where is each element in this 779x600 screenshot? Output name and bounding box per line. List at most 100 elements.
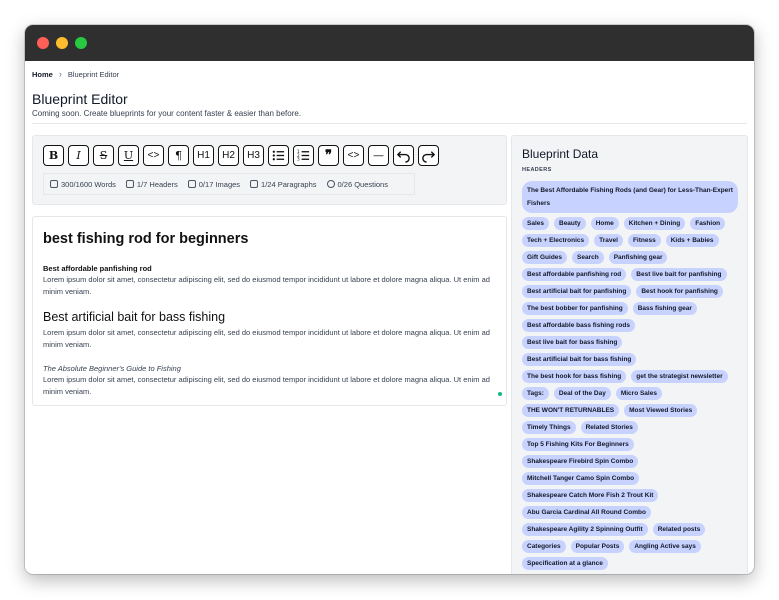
breadcrumb-current: Blueprint Editor (67, 69, 120, 79)
code-button[interactable]: <> (143, 145, 164, 166)
header-tag[interactable]: Gift Guides (522, 251, 568, 264)
code-block-icon: <> (347, 150, 360, 161)
header-tag[interactable]: Travel (594, 234, 623, 247)
blueprint-data-panel: Blueprint Data HEADERS The Best Affordab… (511, 135, 748, 574)
stat-images-label: 0/17 Images (198, 179, 241, 189)
doc-heading-1: best fishing rod for beginners (43, 231, 249, 247)
header-tag[interactable]: Best affordable panfishing rod (522, 268, 627, 281)
breadcrumb-home-link[interactable]: Home (32, 70, 53, 79)
header-tag[interactable]: Best live bait for bass fishing (522, 336, 623, 349)
header-tag[interactable]: Best hook for panfishing (636, 285, 723, 298)
header-tag[interactable]: The best bobber for panfishing (522, 302, 628, 315)
editor-toolbar-panel: B I S U <> ¶ H1 H2 H3 123 ❞ <> — 300/160… (32, 135, 507, 205)
italic-icon: I (76, 149, 81, 162)
header-tag[interactable]: Kids + Babies (665, 234, 719, 247)
doc-italic-line: The Absolute Beginner's Guide to Fishing (43, 364, 181, 373)
breadcrumb: Home › Blueprint Editor (32, 69, 119, 79)
underline-icon: U (123, 149, 134, 162)
status-dot-icon (498, 392, 502, 396)
stat-words: 300/1600 Words (50, 180, 116, 189)
header-tag[interactable]: Fitness (627, 234, 661, 247)
undo-button[interactable] (393, 145, 414, 166)
stat-words-label: 300/1600 Words (61, 179, 116, 189)
header-tag[interactable]: Mitchell Tanger Camo Spin Combo (522, 472, 640, 485)
header-tag[interactable]: Home (590, 217, 619, 230)
paragraph-button[interactable]: ¶ (168, 145, 189, 166)
document-editor[interactable]: best fishing rod for beginners Best affo… (32, 216, 507, 406)
header-tag[interactable]: Fashion (690, 217, 726, 230)
header-tag[interactable]: Deal of the Day (553, 387, 611, 400)
header-tag[interactable]: Beauty (554, 217, 586, 230)
undo-icon (396, 151, 410, 163)
header-tag[interactable]: Categories (522, 540, 566, 553)
h3-button[interactable]: H3 (243, 145, 264, 166)
stat-questions: 0/26 Questions (326, 179, 388, 189)
code-block-button[interactable]: <> (343, 145, 364, 166)
header-tag[interactable]: get the strategist newsletter (631, 370, 728, 383)
quote-icon: ❞ (325, 148, 332, 163)
horizontal-rule-button[interactable]: — (368, 145, 389, 166)
header-tag[interactable]: Popular Posts (570, 540, 625, 553)
ordered-list-button[interactable]: 123 (293, 145, 314, 166)
header-tag[interactable]: The Best Affordable Fishing Rods (and Ge… (522, 181, 738, 213)
stat-images: 0/17 Images (187, 179, 241, 189)
header-tag[interactable]: Shakespeare Agility 2 Spinning Outfit (522, 523, 648, 536)
strikethrough-button[interactable]: S (93, 145, 114, 166)
header-tag[interactable]: Abu Garcia Cardinal All Round Combo (522, 506, 651, 519)
app-window: Home › Blueprint Editor Blueprint Editor… (25, 25, 754, 574)
maximize-window-button[interactable] (75, 37, 87, 49)
doc-paragraph-1: Lorem ipsum dolor sit amet, consectetur … (43, 275, 490, 296)
header-tag[interactable]: Related posts (652, 523, 706, 536)
header-tag[interactable]: Search (572, 251, 604, 264)
header-tag[interactable]: Top 5 Fishing Kits For Beginners (522, 438, 634, 451)
header-tag[interactable]: Best artificial bait for bass fishing (522, 353, 637, 366)
page-content: Home › Blueprint Editor Blueprint Editor… (25, 61, 754, 574)
doc-heading-2: Best artificial bait for bass fishing (43, 310, 226, 324)
header-tag[interactable]: Timely Things (522, 421, 576, 434)
chevron-right-icon: › (58, 69, 62, 79)
header-tag[interactable]: Best artificial bait for panfishing (522, 285, 632, 298)
header-tag[interactable]: Specification at a glance (522, 557, 608, 570)
header-tag[interactable]: Shakespeare Catch More Fish 2 Trout Kit (522, 489, 659, 502)
redo-icon (422, 151, 436, 163)
formatting-toolbar: B I S U <> ¶ H1 H2 H3 123 ❞ <> — (43, 145, 439, 166)
header-tag[interactable]: Angling Active says (629, 540, 701, 553)
bullet-list-button[interactable] (268, 145, 289, 166)
header-tag[interactable]: Micro Sales (615, 387, 662, 400)
question-icon (326, 180, 335, 188)
doc-paragraph-3: Lorem ipsum dolor sit amet, consectetur … (43, 375, 490, 396)
paragraph-icon: ¶ (175, 149, 182, 162)
stat-questions-label: 0/26 Questions (337, 179, 388, 189)
paragraphs-icon (250, 180, 259, 188)
bold-button[interactable]: B (43, 145, 64, 166)
stat-headers-label: 1/7 Headers (136, 179, 178, 189)
redo-button[interactable] (418, 145, 439, 166)
page-subtitle: Coming soon. Create blueprints for your … (32, 109, 302, 118)
headers-icon (125, 180, 134, 188)
header-divider (32, 123, 747, 124)
header-tag[interactable]: Sales (522, 217, 549, 230)
header-tag[interactable]: Shakespeare Firebird Spin Combo (522, 455, 639, 468)
header-tag[interactable]: Panfishing gear (608, 251, 668, 264)
header-tag[interactable]: Kitchen + Dining (623, 217, 686, 230)
h1-button[interactable]: H1 (193, 145, 214, 166)
headers-section-label: HEADERS (522, 167, 552, 173)
header-tag[interactable]: Best live bait for panfishing (631, 268, 727, 281)
h2-button[interactable]: H2 (218, 145, 239, 166)
italic-button[interactable]: I (68, 145, 89, 166)
h1-label: H1 (197, 150, 210, 161)
minimize-window-button[interactable] (56, 37, 68, 49)
blockquote-button[interactable]: ❞ (318, 145, 339, 166)
header-tag[interactable]: Most Viewed Stories (624, 404, 698, 417)
content-stats-bar: 300/1600 Words 1/7 Headers 0/17 Images 1… (43, 173, 415, 195)
header-tag[interactable]: Bass fishing gear (632, 302, 697, 315)
header-tag[interactable]: Best affordable bass fishing rods (522, 319, 635, 332)
stat-paragraphs-label: 1/24 Paragraphs (261, 179, 317, 189)
header-tag[interactable]: Related Stories (580, 421, 638, 434)
underline-button[interactable]: U (118, 145, 139, 166)
header-tag[interactable]: The best hook for bass fishing (522, 370, 627, 383)
header-tag[interactable]: Tech + Electronics (522, 234, 590, 247)
header-tag[interactable]: Tags: (522, 387, 549, 400)
header-tag[interactable]: THE WON'T RETURNABLES (522, 404, 620, 417)
close-window-button[interactable] (37, 37, 49, 49)
